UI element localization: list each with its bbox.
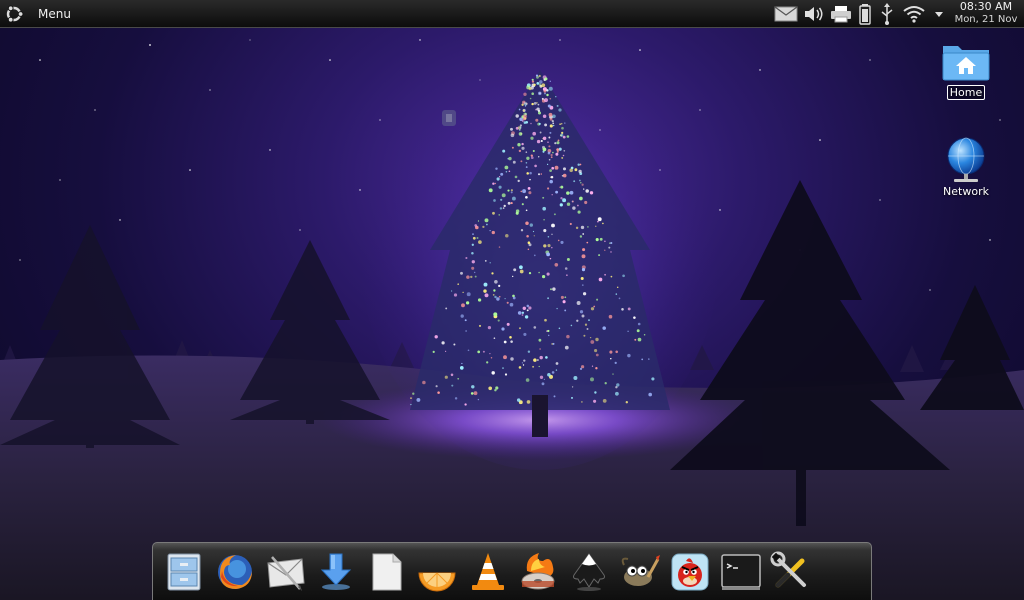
wallpaper-christmas-tree: [0, 30, 1024, 600]
desktop-icon-label: Network: [943, 185, 989, 198]
dock-item-gimp[interactable]: [617, 550, 661, 594]
inkscape-icon: [572, 552, 605, 591]
dock-item-files[interactable]: [162, 550, 206, 594]
settings-tools-icon: [770, 551, 807, 587]
vlc-cone-icon: [471, 552, 504, 590]
clock-date: Mon, 21 Nov: [954, 14, 1018, 25]
file-cabinet-icon: [167, 553, 201, 590]
desktop[interactable]: Menu 08:30 AM Mon, 21 Nov Home Network: [0, 0, 1024, 600]
orange-slice-icon: [418, 572, 456, 591]
desktop-icon-network[interactable]: Network: [931, 136, 1001, 198]
dock-item-media-player[interactable]: [415, 550, 459, 594]
floating-widget-icon[interactable]: [440, 108, 458, 128]
top-panel: Menu 08:30 AM Mon, 21 Nov: [0, 0, 1024, 28]
mail-envelope-icon: [267, 555, 305, 591]
firefox-icon: [217, 554, 252, 589]
dropdown-arrow-icon[interactable]: [932, 2, 946, 26]
dock-item-firefox[interactable]: [213, 550, 257, 594]
menu-label: Menu: [38, 7, 71, 21]
dock-item-terminal[interactable]: [719, 550, 763, 594]
menu-button[interactable]: Menu: [2, 2, 71, 26]
download-arrow-icon: [320, 553, 351, 590]
dock-item-vlc[interactable]: [466, 550, 510, 594]
dock-item-settings[interactable]: [769, 550, 813, 594]
dock-item-disc-burner[interactable]: [516, 550, 560, 594]
network-globe-icon: [947, 137, 985, 182]
dock-item-angry-birds[interactable]: [668, 550, 712, 594]
home-folder-icon: [942, 46, 990, 81]
wifi-icon[interactable]: [902, 2, 926, 26]
desktop-icon-label: Home: [946, 85, 986, 100]
dock-item-mail[interactable]: [263, 550, 307, 594]
clock[interactable]: 08:30 AM Mon, 21 Nov: [948, 0, 1024, 28]
battery-icon[interactable]: [858, 2, 872, 26]
dock-item-document[interactable]: [364, 550, 408, 594]
volume-icon[interactable]: [804, 2, 824, 26]
dock-item-downloads[interactable]: [314, 550, 358, 594]
terminal-icon: [720, 553, 761, 590]
usb-icon[interactable]: [878, 2, 896, 26]
system-tray: [768, 2, 946, 26]
angry-birds-icon: [671, 553, 709, 590]
mail-icon[interactable]: [774, 2, 798, 26]
printer-icon[interactable]: [830, 2, 852, 26]
clock-time: 08:30 AM: [959, 0, 1013, 13]
dock-item-inkscape[interactable]: [567, 550, 611, 594]
dock: [152, 542, 872, 600]
ubuntu-logo-icon: [6, 5, 24, 23]
burning-disc-icon: [521, 552, 555, 589]
desktop-icon-home[interactable]: Home: [931, 40, 1001, 100]
gimp-icon: [622, 554, 661, 586]
document-icon: [372, 553, 402, 590]
